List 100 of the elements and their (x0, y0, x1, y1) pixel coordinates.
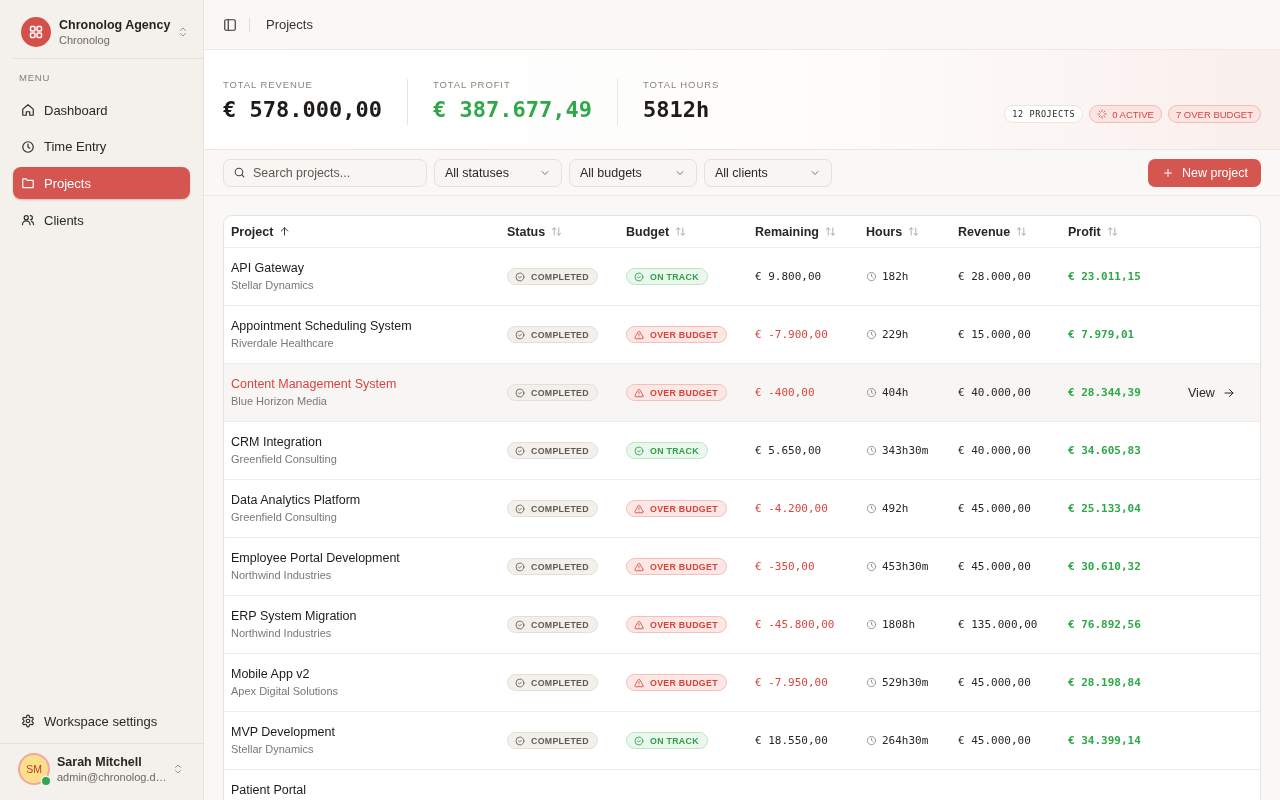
circle-check-icon (634, 735, 644, 746)
stat-label: TOTAL HOURS (642, 78, 720, 91)
filter-dropdown[interactable]: All budgets (569, 158, 697, 187)
chevron-up-down-icon[interactable] (177, 26, 189, 38)
budget-label: OVER BUDGET (650, 503, 718, 514)
client-name: Blue Horizon Media (231, 394, 327, 408)
hours-value: 1808h (882, 618, 916, 631)
circle-check-icon (515, 271, 525, 282)
column-header[interactable]: Project (224, 216, 291, 247)
folder-icon (21, 176, 35, 191)
warning-icon (634, 329, 644, 340)
warning-icon (634, 561, 644, 572)
remaining-amount: € -400,00 (755, 386, 815, 399)
column-header[interactable]: Status (500, 216, 563, 247)
column-header[interactable]: Remaining (748, 216, 836, 247)
project-name: CRM Integration (231, 435, 322, 450)
settings-link[interactable]: Workspace settings (13, 705, 190, 737)
nav-item[interactable]: Clients (13, 204, 190, 237)
project-name: Content Management System (231, 377, 397, 392)
chevron-up-down-icon[interactable] (172, 763, 184, 775)
column-header[interactable]: Budget (619, 216, 687, 247)
column-header[interactable]: Hours (859, 216, 920, 247)
client-name: Riverdale Healthcare (231, 336, 334, 350)
circle-check-icon (515, 503, 525, 514)
plus-icon (1162, 166, 1174, 179)
status-label: COMPLETED (531, 561, 589, 572)
revenue-amount: € 45.000,00 (958, 734, 1031, 747)
status-label: COMPLETED (531, 735, 589, 746)
project-count-badge: 12 PROJECTS (1004, 105, 1084, 123)
loader-icon (1097, 109, 1108, 119)
clock-icon (866, 387, 877, 398)
column-header[interactable]: Profit (1061, 216, 1118, 247)
circle-check-icon (634, 445, 644, 456)
remaining-amount: € -45.800,00 (755, 618, 835, 631)
revenue-amount: € 15.000,00 (958, 328, 1031, 341)
clock-icon (866, 445, 877, 456)
settings-icon (21, 714, 35, 728)
budget-label: OVER BUDGET (650, 561, 718, 572)
circle-check-icon (515, 561, 525, 572)
hours-value: 529h30m (882, 676, 929, 689)
stat-label: TOTAL PROFIT (432, 78, 512, 91)
project-name: Mobile App v2 (231, 667, 310, 682)
remaining-amount: € 5.650,00 (755, 444, 822, 457)
remaining-amount: € -350,00 (755, 560, 815, 573)
budget-label: OVER BUDGET (650, 677, 718, 688)
revenue-amount: € 28.000,00 (958, 270, 1031, 283)
user-email: admin@chronolog.d… (57, 769, 165, 784)
budget-label: ON TRACK (650, 271, 699, 282)
warning-icon (634, 677, 644, 688)
sidebar-toggle-icon[interactable] (223, 17, 237, 32)
revenue-amount: € 45.000,00 (958, 560, 1031, 573)
clock-icon (866, 271, 877, 282)
budget-label: OVER BUDGET (650, 619, 718, 630)
project-name: Employee Portal Development (231, 551, 400, 566)
nav-item[interactable]: Dashboard (13, 94, 190, 126)
badge-label: 0 ACTIVE (1112, 108, 1154, 120)
hours-value: 343h30m (882, 444, 929, 457)
nav-item[interactable]: Projects (13, 167, 190, 200)
clock-icon (866, 561, 877, 572)
profit-amount: € 28.198,84 (1068, 676, 1141, 689)
home-icon (21, 103, 35, 117)
table-row[interactable]: Content Management System Blue Horizon Media COMPLETED OVER BUDGET € -400,00 404h € 40.000,00 € 28.344,39 View (224, 364, 1260, 422)
project-name: Appointment Scheduling System (231, 319, 412, 334)
profit-amount: € 28.344,39 (1068, 386, 1141, 399)
clock-icon (866, 329, 877, 340)
column-header[interactable]: Revenue (951, 216, 1028, 247)
revenue-amount: € 45.000,00 (958, 676, 1031, 689)
budget-label: ON TRACK (650, 735, 699, 746)
warning-icon (634, 503, 644, 514)
project-name: MVP Development (231, 725, 335, 740)
new-project-button[interactable]: New project (1148, 158, 1261, 187)
project-name: Data Analytics Platform (231, 493, 361, 508)
users-icon (21, 213, 35, 228)
budget-label: ON TRACK (650, 445, 699, 456)
status-label: COMPLETED (531, 503, 589, 514)
remaining-amount: € -7.900,00 (755, 328, 828, 341)
filter-dropdown[interactable]: All clients (704, 158, 832, 187)
arrow-right-icon (1222, 386, 1235, 399)
filter-dropdown[interactable]: All statuses (434, 158, 562, 187)
remaining-amount: € -4.200,00 (755, 502, 828, 515)
warning-icon (634, 387, 644, 398)
nav-item[interactable]: Time Entry (13, 130, 190, 163)
profit-amount: € 30.610,32 (1068, 560, 1141, 573)
circle-check-icon (634, 271, 644, 282)
project-name: Patient Portal (231, 783, 307, 798)
revenue-amount: € 40.000,00 (958, 444, 1031, 457)
clock-icon (866, 503, 877, 514)
clock-icon (866, 677, 877, 688)
profit-amount: € 34.605,83 (1068, 444, 1141, 457)
clock-icon (866, 619, 877, 630)
profit-amount: € 34.399,14 (1068, 734, 1141, 747)
stat-value: € 578.000,00 (223, 95, 382, 124)
circle-check-icon (515, 677, 525, 688)
user-name: Sarah Mitchell (57, 754, 143, 770)
profit-amount: € 25.133,04 (1068, 502, 1141, 515)
client-name: Stellar Dynamics (231, 742, 314, 756)
search-field[interactable]: Search projects... (223, 158, 427, 187)
project-name: API Gateway (231, 261, 304, 276)
client-name: Apex Digital Solutions (231, 684, 338, 698)
view-link[interactable]: View (1188, 385, 1235, 400)
